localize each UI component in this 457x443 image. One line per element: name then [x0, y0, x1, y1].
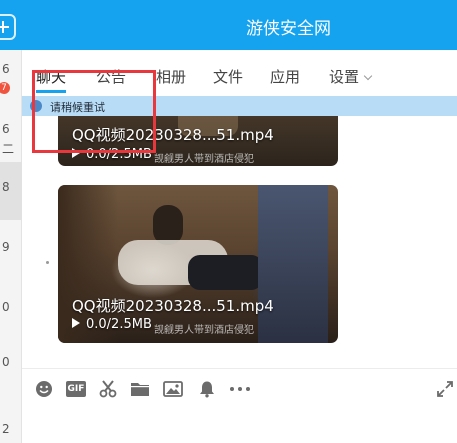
folder-icon[interactable] — [130, 380, 150, 398]
play-icon — [72, 318, 80, 328]
list-fragment: 二 — [2, 142, 15, 156]
notice-text: 请稍候重试 — [50, 101, 105, 114]
bell-icon[interactable] — [198, 380, 216, 398]
list-count: 0 — [2, 355, 10, 369]
message-list: QQ视频20230328...51.mp4 0.0/2.5MB 觊觎男人带到酒店… — [22, 116, 457, 368]
video-thumbnail-shape — [153, 205, 183, 245]
tab-settings-label: 设置 — [329, 68, 360, 86]
chevron-down-icon — [363, 71, 373, 81]
video-filename: QQ视频20230328...51.mp4 — [72, 126, 274, 144]
video-progress-text: 0.0/2.5MB — [86, 147, 152, 162]
message-input[interactable] — [22, 408, 457, 443]
play-icon — [72, 148, 80, 158]
info-icon — [30, 100, 42, 112]
video-thumbnail-shape — [188, 255, 263, 290]
tab-files[interactable]: 文件 — [213, 66, 243, 87]
video-progress: 0.0/2.5MB — [72, 147, 152, 162]
gif-icon[interactable]: GIF — [66, 381, 86, 397]
video-subtitle: 觊觎男人带到酒店侵犯 — [154, 154, 254, 165]
tab-chat[interactable]: 聊天 — [36, 66, 66, 87]
tab-announcement[interactable]: 公告 — [96, 66, 126, 87]
unread-badge: 7 — [0, 82, 10, 94]
list-count: 0 — [2, 300, 10, 314]
emoji-icon[interactable] — [35, 380, 53, 398]
list-count: 8 — [2, 180, 10, 194]
notice-bar: 请稍候重试 — [22, 96, 457, 116]
image-icon[interactable] — [163, 380, 183, 398]
list-count: 6 — [2, 62, 10, 76]
tab-album[interactable]: 相册 — [156, 66, 186, 87]
active-tab-indicator — [36, 90, 66, 93]
title-bar: 游侠安全网 — [0, 0, 457, 50]
list-count: 2 — [2, 422, 10, 436]
group-title: 游侠安全网 — [246, 19, 331, 39]
group-tabs: 聊天 公告 相册 文件 应用 设置 — [22, 50, 457, 96]
chat-window: 游侠安全网 6 7 6 二 8 9 0 0 2 聊天 公告 相册 文件 应用 设… — [0, 0, 457, 443]
tab-settings[interactable]: 设置 — [329, 66, 373, 87]
video-filename: QQ视频20230328...51.mp4 — [72, 297, 274, 315]
list-count: 9 — [2, 240, 10, 254]
video-thumbnail-shape — [258, 185, 328, 343]
tab-apps[interactable]: 应用 — [270, 66, 300, 87]
message-marker — [46, 261, 49, 264]
video-message[interactable]: QQ视频20230328...51.mp4 0.0/2.5MB 觊觎男人带到酒店… — [58, 185, 338, 343]
video-progress: 0.0/2.5MB — [72, 317, 152, 332]
input-toolbar: GIF — [22, 368, 457, 408]
video-progress-text: 0.0/2.5MB — [86, 317, 152, 332]
more-icon[interactable] — [229, 380, 251, 398]
video-message[interactable]: QQ视频20230328...51.mp4 0.0/2.5MB 觊觎男人带到酒店… — [58, 116, 338, 166]
scissors-icon[interactable] — [99, 380, 117, 398]
gif-label: GIF — [67, 384, 85, 394]
list-count: 6 — [2, 122, 10, 136]
expand-icon[interactable] — [436, 380, 454, 398]
video-subtitle: 觊觎男人带到酒店侵犯 — [154, 325, 254, 336]
conversation-list-edge: 6 7 6 二 8 9 0 0 2 — [0, 50, 22, 443]
